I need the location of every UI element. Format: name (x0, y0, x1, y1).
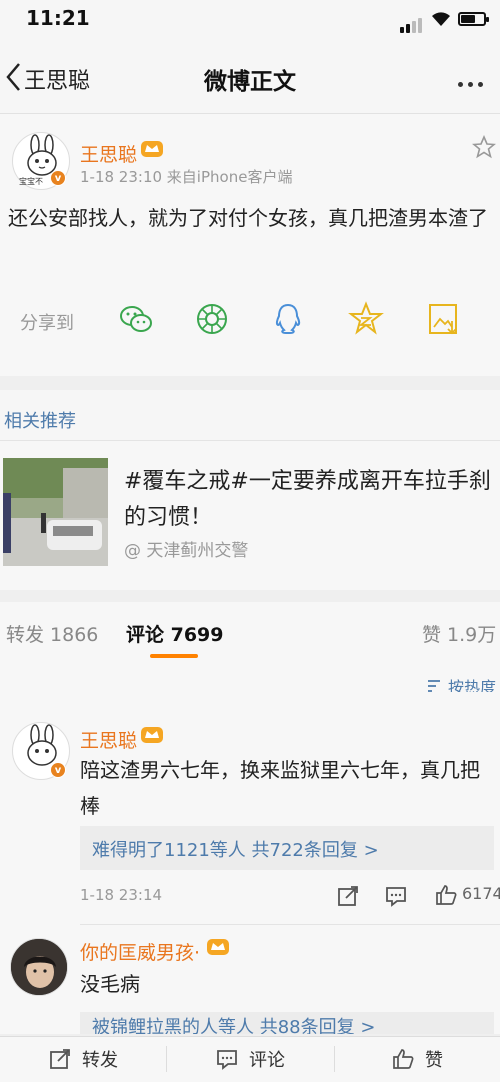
wechat-icon[interactable] (118, 301, 154, 337)
bottom-repost-button[interactable]: 转发 (0, 1036, 166, 1082)
vip-crown-icon (141, 727, 163, 743)
save-image-icon[interactable] (426, 301, 462, 337)
tab-repost[interactable]: 转发 1866 (6, 620, 98, 647)
comment-author-name[interactable]: 王思聪 (80, 726, 137, 753)
status-time: 11:21 (26, 6, 90, 30)
share-icon[interactable] (336, 884, 360, 908)
comment-text: 陪这渣男六七年，换来监狱里六七年，真几把棒 (80, 758, 480, 818)
related-item-text[interactable]: #覆车之戒#一定要养成离开车拉手刹的习惯！ (124, 464, 494, 536)
wifi-icon (432, 12, 450, 26)
comment-icon (217, 1050, 237, 1070)
page-title: 微博正文 (204, 69, 296, 95)
vip-crown-icon (207, 939, 229, 955)
comment-like-count: 6174 (462, 884, 500, 903)
comment-icon[interactable] (384, 884, 408, 908)
repost-icon (50, 1049, 70, 1069)
bottom-like-button[interactable]: 赞 (334, 1036, 500, 1082)
vip-crown-icon (141, 141, 163, 157)
tab-comment[interactable]: 评论 7699 (126, 620, 224, 647)
reply-summary-link[interactable]: 难得明了1121等人 共722条回复 > (92, 836, 379, 862)
verified-badge-icon: v (50, 762, 66, 778)
comment-tabs (0, 602, 500, 692)
bottom-comment-label: 评论 (249, 1050, 285, 1071)
share-label: 分享到 (20, 313, 74, 334)
battery-icon (458, 12, 489, 26)
reply-summary-link[interactable]: 被锦鲤拉黑的人等人 共88条回复 > (92, 1016, 375, 1034)
thumbs-up-icon (393, 1049, 414, 1069)
related-thumbnail[interactable] (3, 458, 108, 566)
avatar-caption: 宝宝不 (19, 177, 43, 186)
qq-icon[interactable] (270, 301, 306, 337)
tab-like[interactable]: 赞 1.9万 (422, 620, 496, 647)
comment-author-name[interactable]: 你的匡威男孩· (80, 938, 200, 965)
comment-divider (80, 924, 500, 925)
qzone-icon[interactable] (348, 301, 384, 337)
bottom-repost-label: 转发 (82, 1050, 118, 1071)
post-text: 还公安部找人，就为了对付个女孩，真几把渣男本渣了 (8, 206, 488, 230)
thumbs-up-icon[interactable] (434, 883, 458, 907)
bottom-comment-button[interactable]: 评论 (166, 1036, 334, 1082)
verified-badge-icon: v (50, 170, 66, 186)
bottom-like-label: 赞 (425, 1050, 443, 1071)
active-tab-indicator (150, 654, 198, 658)
post-meta: 1-18 23:10 来自iPhone客户端 (80, 168, 293, 186)
related-item-source: @ 天津蓟州交警 (124, 541, 249, 561)
moments-icon[interactable] (194, 301, 230, 337)
more-options-icon[interactable] (458, 72, 488, 91)
comment-text: 没毛病 (80, 972, 140, 996)
comment-time: 1-18 23:14 (80, 886, 163, 904)
post-card (0, 114, 500, 376)
signal-icon (400, 14, 424, 33)
post-author-name[interactable]: 王思聪 (80, 140, 137, 167)
favorite-star-icon[interactable] (472, 135, 496, 159)
related-title: 相关推荐 (4, 411, 76, 432)
comment-avatar[interactable] (10, 938, 68, 996)
